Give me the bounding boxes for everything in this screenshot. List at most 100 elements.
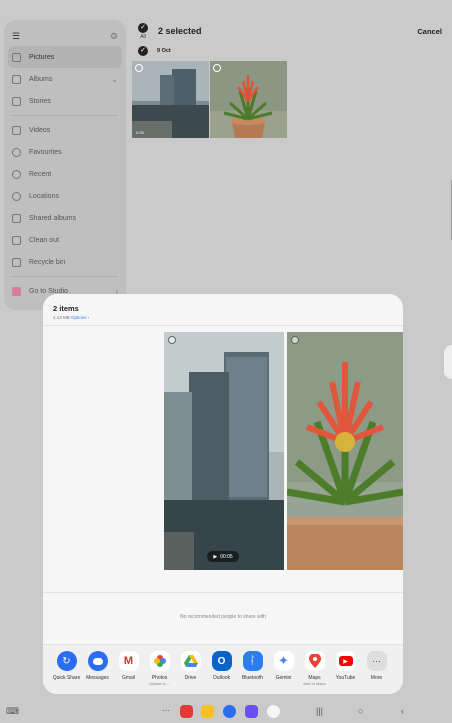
sidebar-item-albums[interactable]: Albums ⌄ [8,68,122,90]
outlook-icon: O [211,651,232,671]
selection-bar: ✓ All 2 selected Cancel [136,20,442,42]
app-youtube[interactable]: ▶ YouTube [330,651,361,694]
app-sublabel: Upload to ... [148,681,171,686]
heart-icon [12,147,21,157]
recent-apps-icon[interactable]: ||| [316,706,323,716]
app-label: Quick Share [52,675,81,681]
stories-icon [12,96,21,106]
video-duration-badge[interactable]: ▶ 00:05 [207,551,239,562]
gmail-icon: M [118,651,139,671]
app-shortcut-icon[interactable] [201,705,214,718]
app-bluetooth[interactable]: ᛛ Bluetooth [237,651,268,694]
chevron-down-icon[interactable]: ⌄ [111,75,118,84]
share-sheet-header: 2 items 4.13 MB Options › [43,294,403,326]
app-messages[interactable]: Messages [82,651,113,694]
broom-icon [12,235,21,245]
apps-grid-icon[interactable]: ⋯ [162,706,170,715]
keyboard-icon[interactable]: ⌨ [6,706,19,717]
app-outlook[interactable]: O Outlook [206,651,237,694]
app-photos[interactable]: Photos Upload to ... [144,651,175,694]
app-drive[interactable]: Drive [175,651,206,694]
thumbnail-plant-photo[interactable] [210,61,287,138]
building-preview-image [164,332,284,570]
bluetooth-icon: ᛛ [242,651,263,671]
file-size: 4.13 MB [53,315,70,320]
divider [12,276,118,277]
check-icon: ✓ [138,46,148,56]
settings-icon[interactable]: ⚙ [110,31,118,42]
trash-icon [12,257,21,267]
app-label: YouTube [335,675,356,681]
location-icon [12,191,21,201]
app-label: Messages [86,675,109,681]
cancel-button[interactable]: Cancel [417,27,442,36]
app-shortcut-icon[interactable] [180,705,193,718]
app-shortcut-icon[interactable] [267,705,280,718]
pictures-icon [12,52,21,62]
sidebar-item-pictures[interactable]: Pictures [8,46,122,68]
sidebar-item-clean-out[interactable]: Clean out [8,229,122,251]
options-link[interactable]: Options [71,315,87,320]
app-shortcut-icon[interactable] [245,705,258,718]
sidebar-item-videos[interactable]: Videos [8,119,122,141]
studio-icon [12,286,21,296]
sidebar-item-label: Videos [29,126,51,134]
sidebar-item-label: Favourites [29,148,62,156]
thumbnail-building-video[interactable]: 0:05 [132,61,209,138]
app-label: Bluetooth [241,675,264,681]
clock-icon [12,169,21,179]
app-gmail[interactable]: M Gmail [113,651,144,694]
building-thumbnail-image [132,61,209,138]
menu-icon[interactable]: ☰ [12,31,20,42]
maps-icon [304,651,325,671]
sidebar-item-locations[interactable]: Locations [8,185,122,207]
sidebar-item-recent[interactable]: Recent [8,163,122,185]
preview-building-video[interactable]: ▶ 00:05 [164,332,284,570]
sidebar-item-label: Clean out [29,236,59,244]
select-all-toggle[interactable]: ✓ All [136,22,150,40]
app-label: Gmail [121,675,136,681]
sidebar-item-label: Recycle bin [29,258,66,266]
albums-icon [12,74,21,84]
no-recommended-people-text: No recommended people to share with [180,614,266,620]
app-quick-share[interactable]: ↻ Quick Share [51,651,82,694]
sidebar-header: ☰ ⚙ [8,26,122,46]
app-shortcut-icon[interactable] [223,705,236,718]
edge-panel-handle[interactable] [444,345,452,379]
messages-icon [87,651,108,671]
share-title: 2 items [53,304,79,313]
app-sublabel: Add to Maps [303,681,326,686]
sidebar-item-shared-albums[interactable]: Shared albums [8,207,122,229]
play-icon: ▶ [213,553,218,560]
selection-count-title: 2 selected [158,26,202,36]
videos-icon [12,125,21,135]
sidebar-item-label: Shared albums [29,214,77,222]
app-label: Outlook [212,675,231,681]
preview-plant-photo[interactable] [287,332,403,570]
sidebar-item-label: Locations [29,192,59,200]
youtube-icon: ▶ [335,651,356,671]
sidebar: ☰ ⚙ Pictures Albums ⌄ Stories Videos Fav… [4,20,126,310]
app-more[interactable]: ⋯ More [361,651,392,694]
divider [12,115,118,116]
sidebar-item-label: Recent [29,170,52,178]
checkbox-icon[interactable] [291,336,299,344]
sidebar-item-label: Pictures [29,53,55,61]
video-duration-text: 00:05 [220,553,233,560]
taskbar: ⌨ ⋯ ||| ○ ‹ [0,700,452,723]
sidebar-item-stories[interactable]: Stories [8,90,122,112]
checkbox-icon [135,64,143,72]
date-group-header[interactable]: ✓ 9 Oct [138,46,171,56]
app-maps[interactable]: Maps Add to Maps [299,651,330,694]
home-icon[interactable]: ○ [358,706,363,716]
date-label: 9 Oct [157,48,171,54]
sidebar-item-favourites[interactable]: Favourites [8,141,122,163]
plant-preview-image [287,332,403,570]
checkbox-icon[interactable] [168,336,176,344]
share-apps-row: ↻ Quick Share Messages M Gmail Photos Up… [43,644,403,694]
sidebar-item-recycle-bin[interactable]: Recycle bin [8,251,122,273]
back-icon[interactable]: ‹ [401,706,404,716]
app-gemini[interactable]: ✦ Gemini [268,651,299,694]
video-duration-badge: 0:05 [136,130,144,135]
share-subtitle: 4.13 MB Options › [53,315,393,320]
